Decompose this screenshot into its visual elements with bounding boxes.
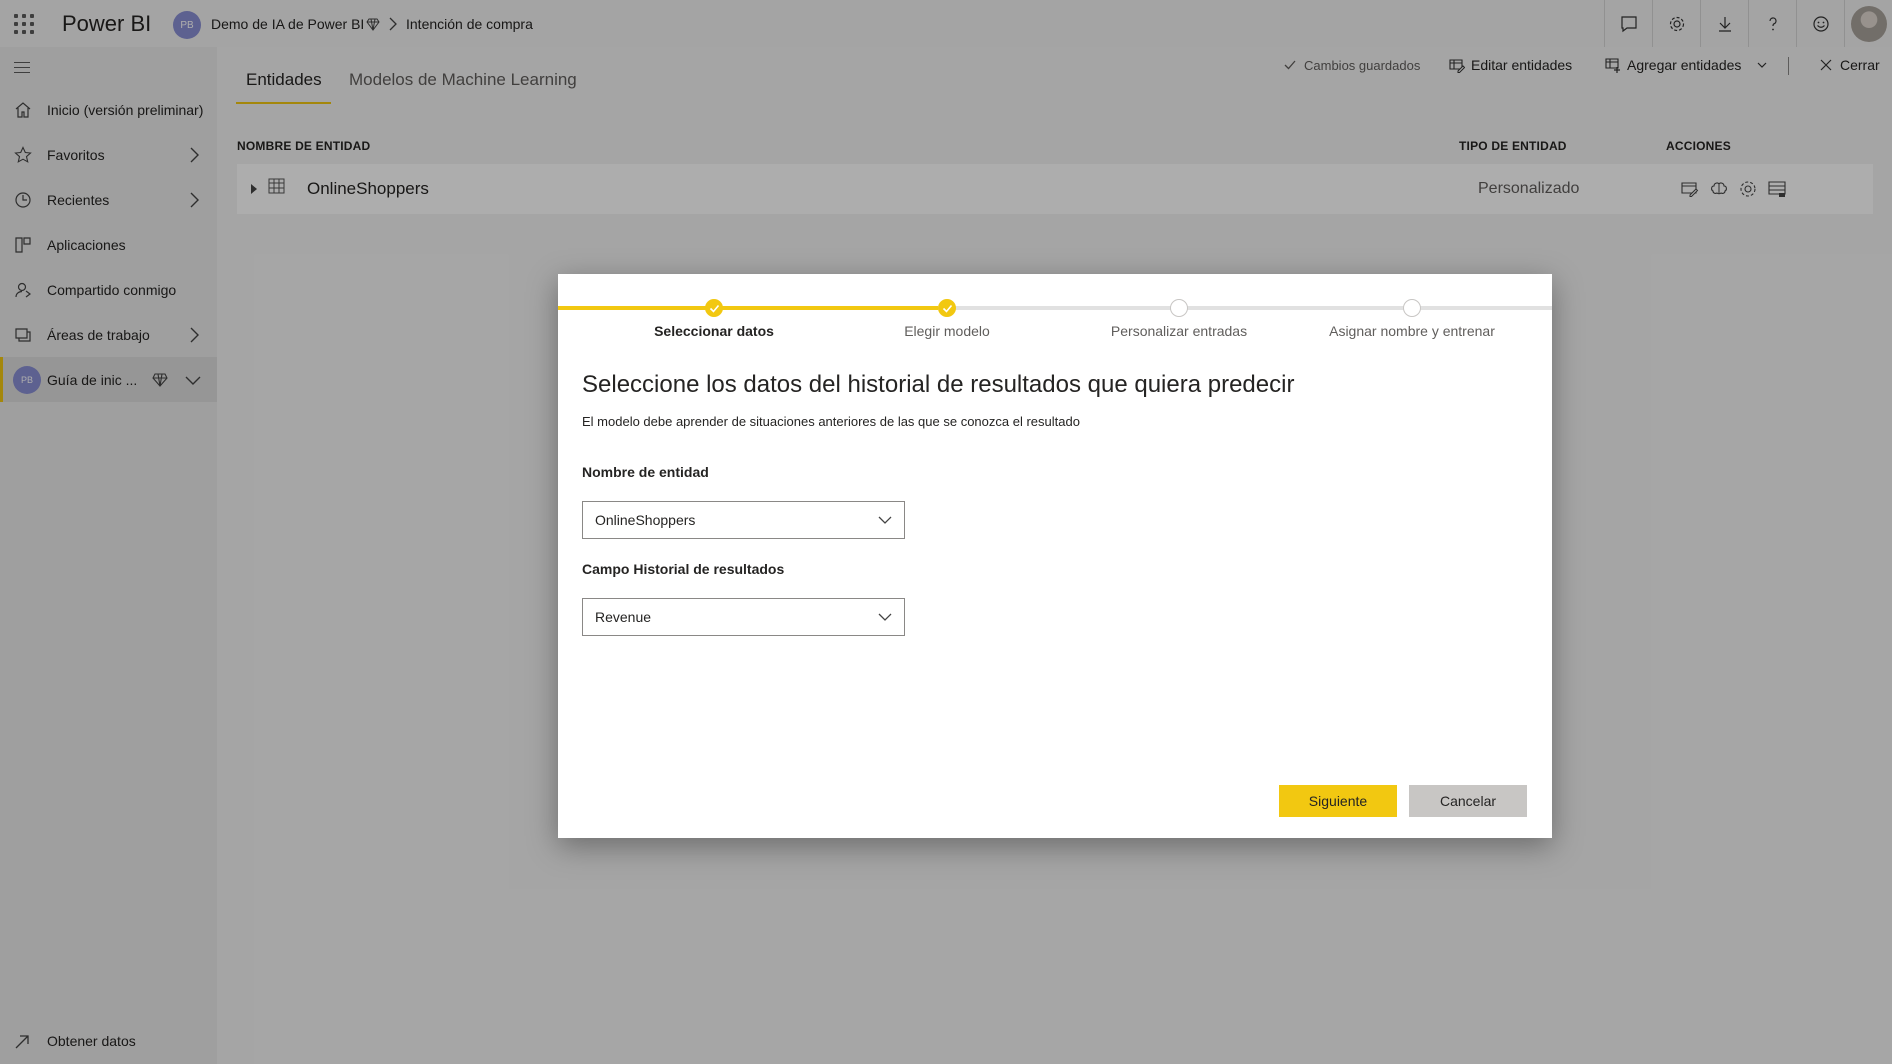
step-4-label[interactable]: Asignar nombre y entrenar — [1307, 323, 1517, 339]
step-4-dot — [1403, 299, 1421, 317]
step-2-dot — [938, 299, 956, 317]
step-1-dot — [705, 299, 723, 317]
chevron-down-icon — [878, 516, 892, 524]
chevron-down-icon — [878, 613, 892, 621]
dialog-title: Seleccione los datos del historial de re… — [582, 371, 1295, 398]
progress-fill — [558, 306, 938, 310]
next-button[interactable]: Siguiente — [1279, 785, 1397, 817]
outcome-field-label: Campo Historial de resultados — [582, 561, 785, 577]
entity-name-label: Nombre de entidad — [582, 464, 709, 480]
step-3-dot — [1170, 299, 1188, 317]
check-icon — [709, 304, 719, 313]
outcome-field-dropdown[interactable]: Revenue — [582, 598, 905, 636]
cancel-button[interactable]: Cancelar — [1409, 785, 1527, 817]
step-1-label[interactable]: Seleccionar datos — [609, 323, 819, 339]
entity-name-value: OnlineShoppers — [595, 512, 696, 528]
check-icon — [942, 304, 952, 313]
step-2-label[interactable]: Elegir modelo — [842, 323, 1052, 339]
outcome-field-value: Revenue — [595, 609, 652, 625]
step-3-label[interactable]: Personalizar entradas — [1074, 323, 1284, 339]
dialog-subtitle: El modelo debe aprender de situaciones a… — [582, 414, 1080, 429]
ml-model-wizard-dialog: Seleccionar datos Elegir modelo Personal… — [558, 274, 1552, 838]
entity-name-dropdown[interactable]: OnlineShoppers — [582, 501, 905, 539]
